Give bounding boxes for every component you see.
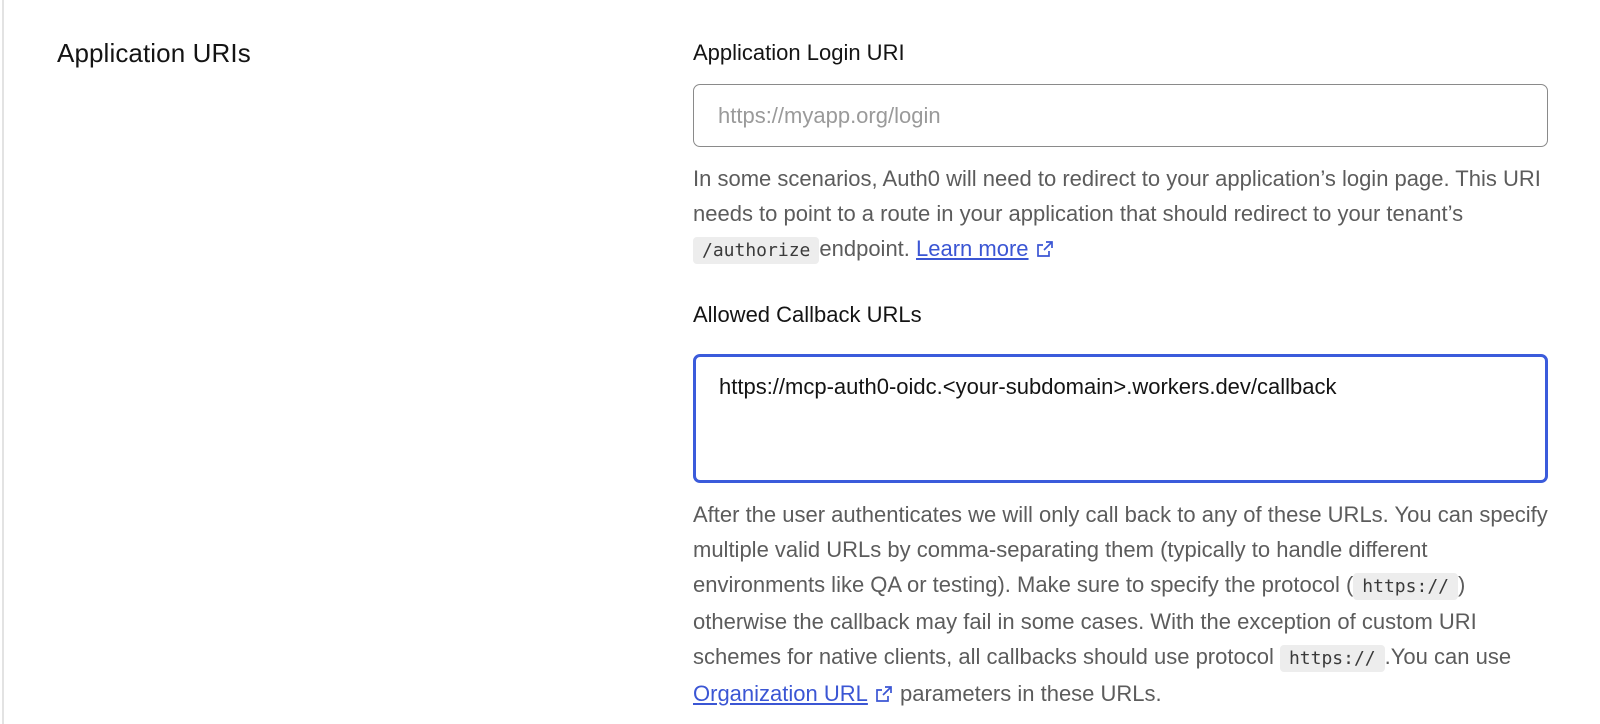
callback-help-part3: .You can use bbox=[1384, 644, 1512, 669]
authorize-code: /authorize bbox=[693, 237, 820, 264]
external-link-icon[interactable] bbox=[1035, 239, 1055, 259]
section-title: Application URIs bbox=[57, 38, 251, 68]
login-uri-help-part2: endpoint. bbox=[819, 236, 917, 261]
callback-help-part4: parameters in these URLs. bbox=[893, 681, 1162, 706]
login-uri-label: Application Login URI bbox=[693, 40, 905, 65]
https-code-1: https:// bbox=[1353, 573, 1458, 600]
callback-urls-help-text: After the user authenticates we will onl… bbox=[693, 497, 1551, 711]
https-code-2: https:// bbox=[1279, 645, 1385, 672]
login-uri-input[interactable] bbox=[693, 84, 1548, 147]
learn-more-link[interactable]: Learn more bbox=[916, 236, 1029, 261]
login-uri-help-part1: In some scenarios, Auth0 will need to re… bbox=[693, 166, 1541, 226]
external-link-icon[interactable] bbox=[874, 684, 894, 704]
callback-urls-textarea[interactable]: https://mcp-auth0-oidc.<your-subdomain>.… bbox=[693, 354, 1548, 483]
organization-url-link[interactable]: Organization URL bbox=[693, 681, 868, 706]
callback-urls-label: Allowed Callback URLs bbox=[693, 302, 922, 327]
login-uri-help-text: In some scenarios, Auth0 will need to re… bbox=[693, 161, 1551, 268]
settings-panel: Application URIs Application Login URI I… bbox=[2, 0, 1600, 724]
